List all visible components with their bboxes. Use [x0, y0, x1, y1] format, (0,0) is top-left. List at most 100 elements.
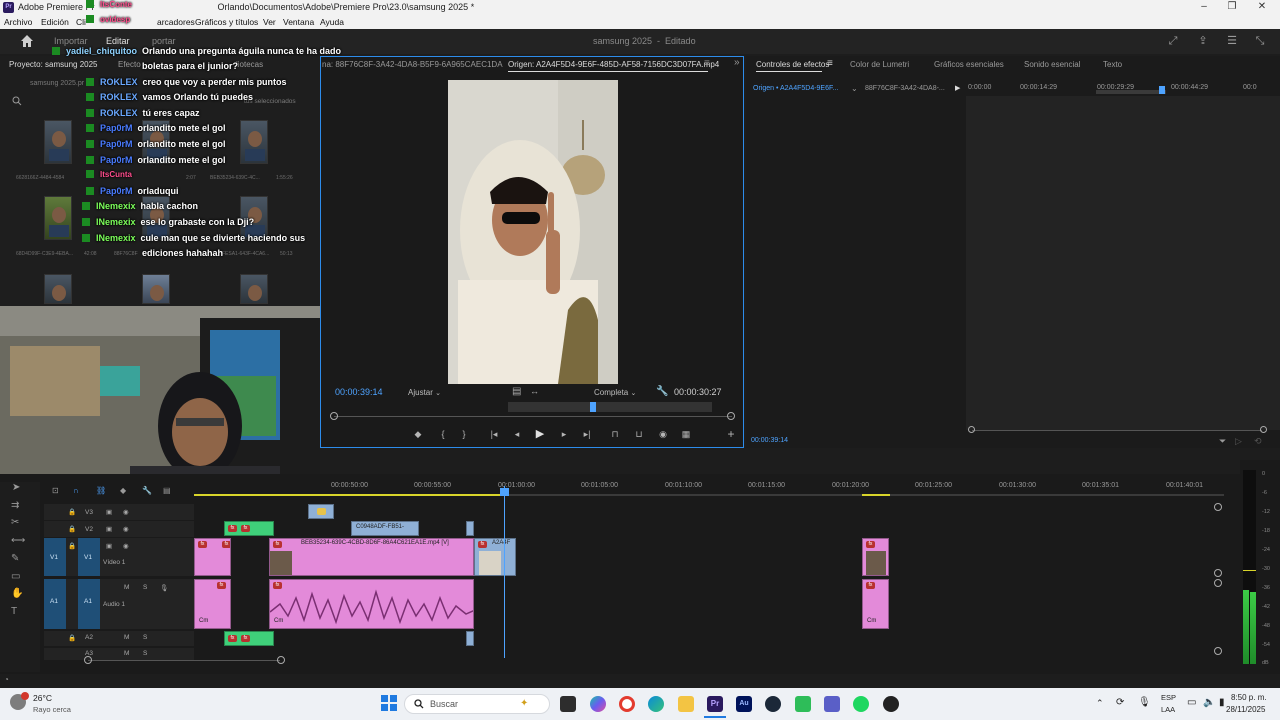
add-marker-icon[interactable]: ◆ — [412, 428, 424, 440]
lock-icon[interactable]: 🔒 — [68, 508, 76, 516]
scrub-bar[interactable] — [334, 416, 732, 417]
track-header-v2[interactable] — [44, 521, 194, 537]
playhead-handle[interactable] — [500, 488, 509, 496]
home-icon[interactable] — [20, 34, 34, 48]
wrench-icon[interactable]: 🔧 — [656, 386, 668, 397]
tab-essential-sound[interactable]: Sonido esencial — [1024, 60, 1080, 69]
vertical-scroll-handle[interactable] — [1214, 503, 1222, 511]
tab-editar[interactable]: Editar — [106, 36, 130, 46]
timeline-clip-v2[interactable] — [466, 521, 474, 536]
scrub-start-handle[interactable] — [330, 412, 338, 420]
timeline-clip-v3[interactable] — [308, 504, 334, 519]
menu-archivo[interactable]: Archivo — [4, 17, 32, 27]
clip-thumbnail[interactable] — [44, 196, 72, 240]
vertical-scroll-handle[interactable] — [1214, 579, 1222, 587]
captions-icon[interactable]: ▤ — [163, 486, 171, 495]
effect-playhead[interactable] — [1159, 86, 1165, 94]
fit-width-icon[interactable]: ↔ — [530, 386, 539, 396]
solo-button[interactable]: S — [143, 584, 147, 591]
play-icon[interactable]: ▷ — [1235, 436, 1242, 447]
eye-icon[interactable]: ◉ — [123, 525, 129, 533]
timeline-clip-v1[interactable]: fx A2A4F — [474, 538, 516, 576]
menu-ventana[interactable]: Ventana — [283, 17, 314, 27]
menu-clip[interactable]: Cli — [76, 17, 86, 27]
timeline-audio-clip-a1[interactable]: fx Cm — [862, 579, 889, 629]
play-icon[interactable]: ▶ — [534, 428, 546, 440]
mark-out-icon[interactable]: } — [458, 428, 470, 440]
subtitle-icon[interactable]: ▤ — [512, 386, 521, 397]
timeline-audio-clip-a2[interactable] — [466, 631, 474, 646]
loop-icon[interactable]: ⟲ — [1254, 436, 1262, 447]
task-view-icon[interactable] — [560, 696, 576, 712]
timeline-clip-v2[interactable]: C0948ADF-FB51- — [351, 521, 419, 536]
go-to-in-icon[interactable]: |◂ — [488, 428, 500, 440]
effect-source-select[interactable]: Origen • A2A4F5D4-9E6F... — [753, 85, 838, 92]
vertical-scroll-handle[interactable] — [1214, 569, 1222, 577]
effect-zoom-bar[interactable] — [972, 430, 1262, 431]
steam-icon[interactable] — [765, 696, 781, 712]
timeline-zoom-start-handle[interactable] — [84, 656, 92, 664]
effect-timecode[interactable]: 00:00:39:14 — [751, 437, 788, 444]
spotify-icon[interactable] — [853, 696, 869, 712]
menu-marcadores[interactable]: arcadores — [157, 17, 195, 27]
snap-icon[interactable]: ∩ — [73, 486, 79, 495]
tab-project[interactable]: Proyecto: samsung 2025 — [9, 60, 98, 69]
linked-selection-icon[interactable]: ⛓ — [96, 486, 106, 495]
film-icon[interactable]: ▣ — [106, 542, 112, 550]
timeline-clip-v1[interactable]: fx BEB35234-639C-4CBD-8D6F-86A4C621EA1E.… — [269, 538, 474, 576]
go-to-out-icon[interactable]: ▸| — [581, 428, 593, 440]
file-explorer-icon[interactable] — [678, 696, 694, 712]
panel-menu-icon[interactable]: ≡ — [704, 58, 710, 69]
restore-icon[interactable]: ❐ — [1222, 1, 1242, 13]
mark-in-icon[interactable]: { — [437, 428, 449, 440]
zoom-select[interactable]: Ajustar ⌄ — [408, 388, 441, 397]
step-forward-icon[interactable]: ▸ — [558, 428, 570, 440]
quality-select[interactable]: Completa ⌄ — [594, 388, 636, 397]
tab-effects-library[interactable]: Efecto — [118, 60, 141, 69]
obs-icon[interactable] — [883, 696, 899, 712]
menu-edicion[interactable]: Edición — [41, 17, 69, 27]
scrub-zoom-region[interactable] — [508, 402, 712, 412]
panel-menu-icon[interactable]: ≡ — [827, 58, 833, 69]
clip-thumbnail[interactable] — [142, 274, 170, 304]
nest-icon[interactable]: ⊡ — [52, 486, 59, 495]
chevron-down-icon[interactable]: ⌄ — [851, 84, 858, 93]
clip-thumbnail[interactable] — [44, 120, 72, 164]
add-button-icon[interactable]: + — [725, 428, 737, 440]
mute-button[interactable]: M — [124, 634, 129, 641]
copilot-search-icon[interactable]: ✦ — [520, 698, 528, 709]
tab-libraries[interactable]: liotecas — [236, 60, 263, 69]
share-icon[interactable]: ⇪ — [1197, 35, 1209, 47]
menu-ver[interactable]: Ver — [263, 17, 276, 27]
track-header-v3[interactable] — [44, 504, 194, 520]
lock-icon[interactable]: 🔒 — [68, 542, 76, 550]
selection-tool-icon[interactable]: ➤ — [12, 482, 20, 493]
playhead-timecode[interactable]: 00:00:39:14 — [335, 387, 383, 397]
effect-scroll-region[interactable] — [1096, 90, 1166, 94]
battery-icon[interactable]: ▮ — [1219, 697, 1225, 708]
tab-essential-graphics[interactable]: Gráficos esenciales — [934, 60, 1004, 69]
lock-icon[interactable]: 🔒 — [68, 634, 76, 642]
hand-tool-icon[interactable]: ✋ — [11, 588, 23, 599]
timeline-audio-clip-a1[interactable]: fx Cm — [194, 579, 231, 629]
fullscreen-icon[interactable]: ⤡ — [1254, 35, 1266, 47]
app-icon[interactable] — [795, 696, 811, 712]
pen-tool-icon[interactable]: ✎ — [11, 553, 19, 564]
volume-icon[interactable]: 🔈 — [1203, 697, 1215, 708]
search-icon[interactable] — [12, 96, 22, 106]
film-icon[interactable]: ▣ — [106, 508, 112, 516]
track-select-icon[interactable]: ⇉ — [11, 500, 19, 511]
mute-button[interactable]: M — [124, 650, 129, 657]
insert-icon[interactable]: ⊓ — [609, 428, 621, 440]
timeline-zoom-end-handle[interactable] — [277, 656, 285, 664]
windows-start-icon[interactable] — [381, 695, 397, 711]
clip-thumbnail[interactable] — [240, 120, 268, 164]
timeline-zoom-bar[interactable] — [88, 660, 280, 661]
mute-button[interactable]: M — [124, 584, 129, 591]
timeline-audio-clip-a1[interactable]: fx Cm — [269, 579, 474, 629]
timeline-clip-v1[interactable]: fx — [862, 538, 889, 576]
minimize-icon[interactable]: – — [1194, 1, 1214, 13]
clock-time[interactable]: 8:50 p. m. — [1231, 693, 1267, 702]
lock-icon[interactable]: 🔒 — [68, 525, 76, 533]
razor-tool-icon[interactable]: ✂ — [11, 517, 19, 528]
